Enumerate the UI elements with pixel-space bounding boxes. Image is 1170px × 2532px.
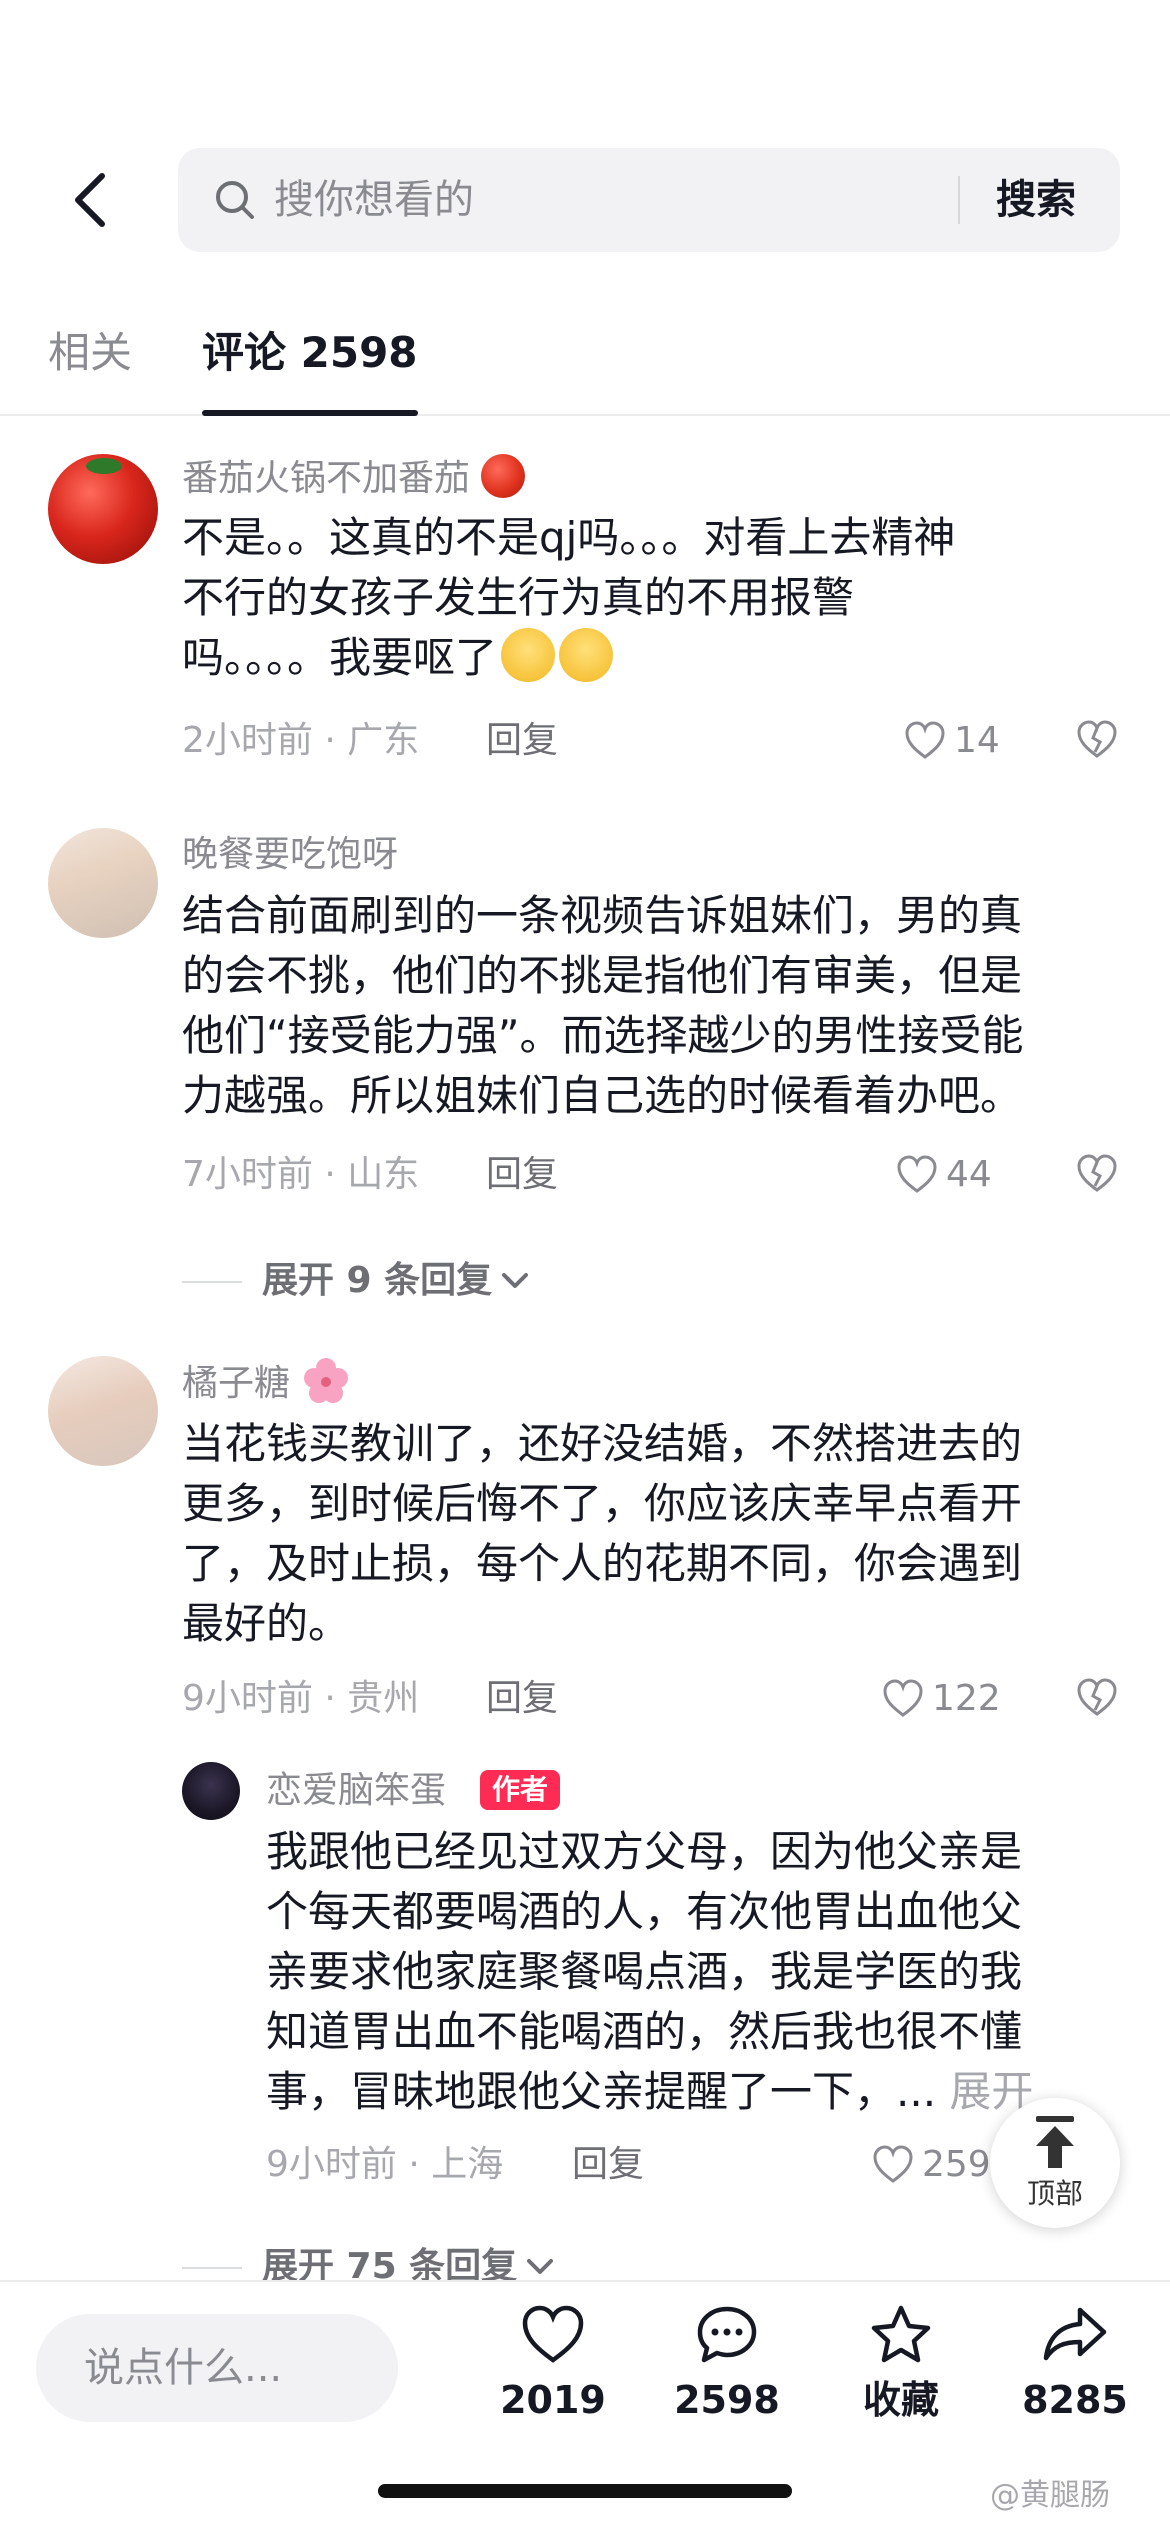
like-count: 122 <box>932 1678 1001 1719</box>
reply-button[interactable]: 回复 <box>486 1152 558 1198</box>
tab-bar: 相关 评论 2598 <box>0 300 1170 416</box>
broken-heart-icon <box>1077 1678 1117 1716</box>
expand-replies-button[interactable]: 展开 9 条回复 <box>262 1258 532 1304</box>
like-button[interactable]: 14 <box>904 718 1000 764</box>
comment-bubble-icon <box>697 2306 757 2363</box>
chevron-left-icon <box>75 173 105 227</box>
reply-text: 我跟他已经见过双方父母，因为他父亲是 个每天都要喝酒的人，有次他胃出血他父 亲要… <box>266 1827 1034 2116</box>
reply-username[interactable]: 恋爱脑笨蛋 <box>266 1768 446 1814</box>
comment-text: 结合前面刷到的一条视频告诉姐妹们，男的真 的会不挑，他们的不挑是指他们有审美，但… <box>182 891 1024 1120</box>
dislike-button[interactable] <box>1076 1678 1118 1718</box>
chevron-down-icon <box>502 1273 529 1288</box>
share-button[interactable]: 8285 <box>1000 2304 1150 2424</box>
reply-button[interactable]: 回复 <box>486 718 558 764</box>
dislike-button[interactable] <box>1076 1154 1118 1194</box>
like-button[interactable]: 122 <box>882 1676 1001 1722</box>
reply-meta: 9小时前 · 上海 <box>266 2144 504 2185</box>
comment-input[interactable]: 说点什么... <box>36 2314 398 2422</box>
like-button[interactable]: 259 <box>872 2142 991 2188</box>
expand-divider <box>182 1281 242 1283</box>
comment-text: 当花钱买教训了，还好没结婚，不然搭进去的 更多，到时候后悔不了，你应该庆幸早点看… <box>182 1419 1023 1648</box>
heart-icon <box>883 1679 923 1717</box>
cherry-blossom-emoji <box>304 1358 349 1403</box>
author-badge: 作者 <box>480 1770 561 1810</box>
star-icon <box>871 2305 931 2363</box>
like-count: 14 <box>954 720 1000 761</box>
heart-icon <box>905 721 945 759</box>
tomato-emoji <box>481 454 526 498</box>
broken-heart-icon <box>1077 1154 1117 1192</box>
broken-heart-icon <box>1077 720 1117 758</box>
expand-divider <box>182 2267 242 2269</box>
like-count: 259 <box>922 2144 991 2185</box>
tab-active-indicator <box>202 410 418 416</box>
comment-text: 不是。。这真的不是qj吗。。。对看上去精神 不行的女孩子发生行为真的不用报警 吗… <box>182 513 956 682</box>
comment-meta: 2小时前 · 广东 <box>182 720 420 761</box>
search-icon <box>216 181 254 219</box>
back-to-top-label: 顶部 <box>1026 2177 1083 2210</box>
comment-username[interactable]: 橘子糖 <box>182 1358 351 1410</box>
like-count: 44 <box>946 1154 992 1195</box>
home-indicator <box>378 2484 792 2498</box>
dislike-button[interactable] <box>1076 720 1118 760</box>
chevron-down-icon <box>527 2259 554 2274</box>
favorite-button[interactable]: 收藏 <box>826 2304 976 2424</box>
comment-meta: 9小时前 · 贵州 <box>182 1678 420 1719</box>
like-video-button[interactable]: 2019 <box>478 2304 628 2424</box>
search-input[interactable]: 搜你想看的 <box>274 174 474 226</box>
crying-emoji <box>559 627 614 682</box>
heart-icon <box>873 2145 913 2183</box>
comment-username[interactable]: 番茄火锅不加番茄 <box>182 454 526 502</box>
search-button[interactable]: 搜索 <box>996 170 1076 230</box>
tab-comments[interactable]: 评论 2598 <box>202 326 418 380</box>
search-bar[interactable]: 搜你想看的 搜索 <box>178 148 1120 252</box>
avatar[interactable] <box>182 1762 240 1820</box>
avatar[interactable] <box>48 828 158 938</box>
share-arrow-icon <box>1043 2307 1107 2361</box>
comment-username[interactable]: 晚餐要吃饱呀 <box>182 832 398 878</box>
avatar[interactable] <box>48 1356 158 1466</box>
heart-icon <box>897 1155 937 1193</box>
arrow-up-to-top-icon <box>1036 2116 1074 2168</box>
reply-button[interactable]: 回复 <box>572 2142 644 2188</box>
crying-emoji <box>501 627 556 682</box>
back-button[interactable] <box>62 170 122 230</box>
watermark: @黄腿肠 <box>990 2478 1110 2513</box>
search-divider <box>958 176 960 224</box>
comment-meta: 7小时前 · 山东 <box>182 1154 420 1195</box>
tab-related[interactable]: 相关 <box>48 326 132 380</box>
heart-icon <box>522 2305 584 2363</box>
comment-button[interactable]: 2598 <box>652 2304 802 2424</box>
reply-button[interactable]: 回复 <box>486 1676 558 1722</box>
back-to-top-button[interactable]: 顶部 <box>990 2098 1120 2228</box>
like-button[interactable]: 44 <box>896 1152 992 1198</box>
avatar[interactable] <box>48 454 158 564</box>
